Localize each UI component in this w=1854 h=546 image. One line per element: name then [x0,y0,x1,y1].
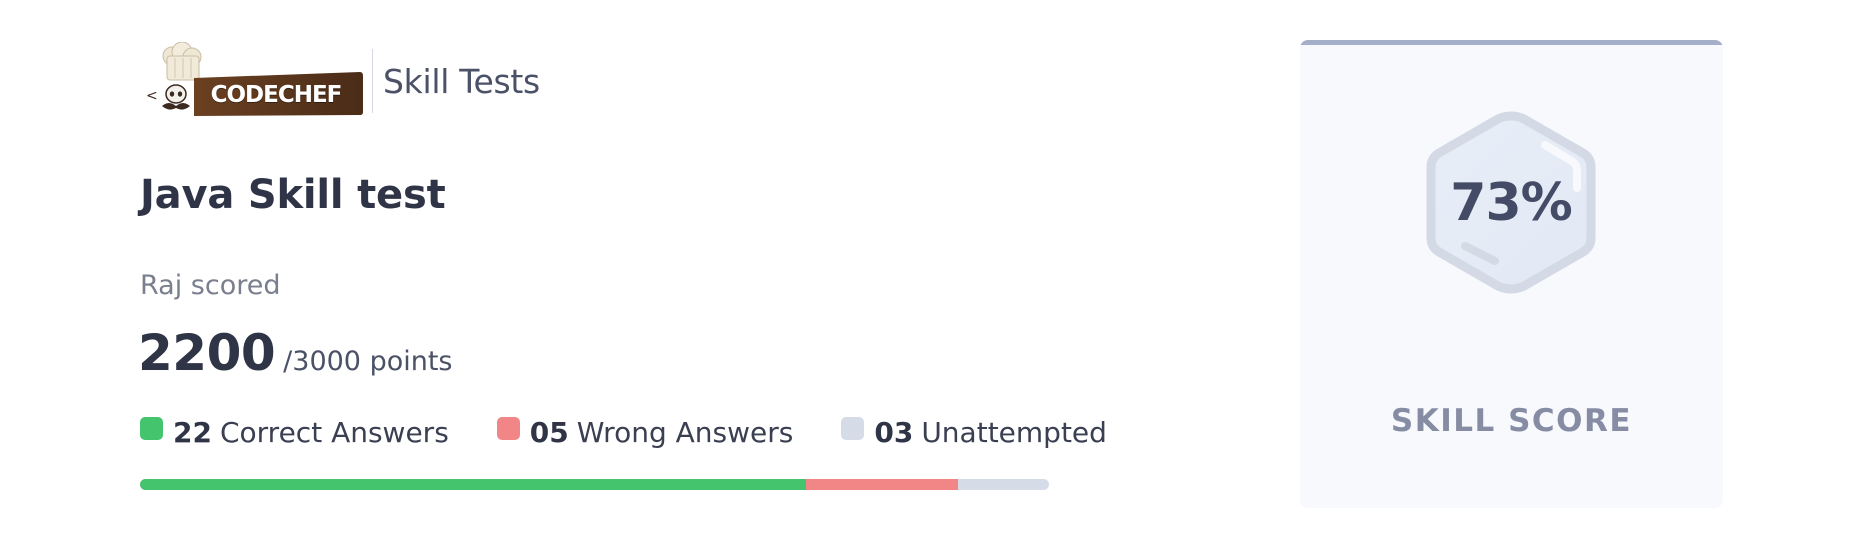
stat-wrong: 05 Wrong Answers [496,416,794,449]
score-line: 2200 /3000 points [138,324,453,382]
progress-correct-segment [140,479,807,490]
stat-correct: 22 Correct Answers [140,416,449,449]
brand-divider [372,49,373,113]
card-accent-bar [1300,40,1723,45]
score-value: 2200 [138,324,276,382]
svg-text:<: < [146,88,158,104]
stat-unattempted: 03 Unattempted [841,416,1107,449]
scored-by-label: Raj scored [140,270,281,301]
answer-stats: 22 Correct Answers 05 Wrong Answers 03 U… [140,416,1107,449]
unattempted-legend-swatch [841,417,865,440]
product-name: Skill Tests [383,61,540,101]
unattempted-label: Unattempted [921,416,1107,449]
correct-count: 22 [173,416,212,449]
correct-legend-swatch [140,417,163,440]
skill-score-label: SKILL SCORE [1390,403,1633,439]
score-total: /3000 points [283,346,453,377]
correct-label: Correct Answers [219,416,449,449]
codechef-logo[interactable]: < CODECHEF [142,42,364,120]
wrong-legend-swatch [496,417,520,440]
test-title: Java Skill test [140,172,446,218]
brand-header: < CODECHEF Skill Tests [142,42,540,120]
wrong-count: 05 [529,416,569,449]
progress-wrong-segment [806,479,959,490]
answers-progress-bar [140,479,1049,490]
skill-score-card: 73% SKILL SCORE [1300,40,1723,508]
skill-score-badge: 73% [1425,110,1597,295]
skill-score-percent: 73% [1450,172,1572,233]
skill-test-report: < CODECHEF Skill Tests Java Skill test R… [0,0,1854,546]
unattempted-count: 03 [874,416,914,449]
logo-wordmark: CODECHEF [210,82,343,108]
wrong-label: Wrong Answers [576,416,794,449]
